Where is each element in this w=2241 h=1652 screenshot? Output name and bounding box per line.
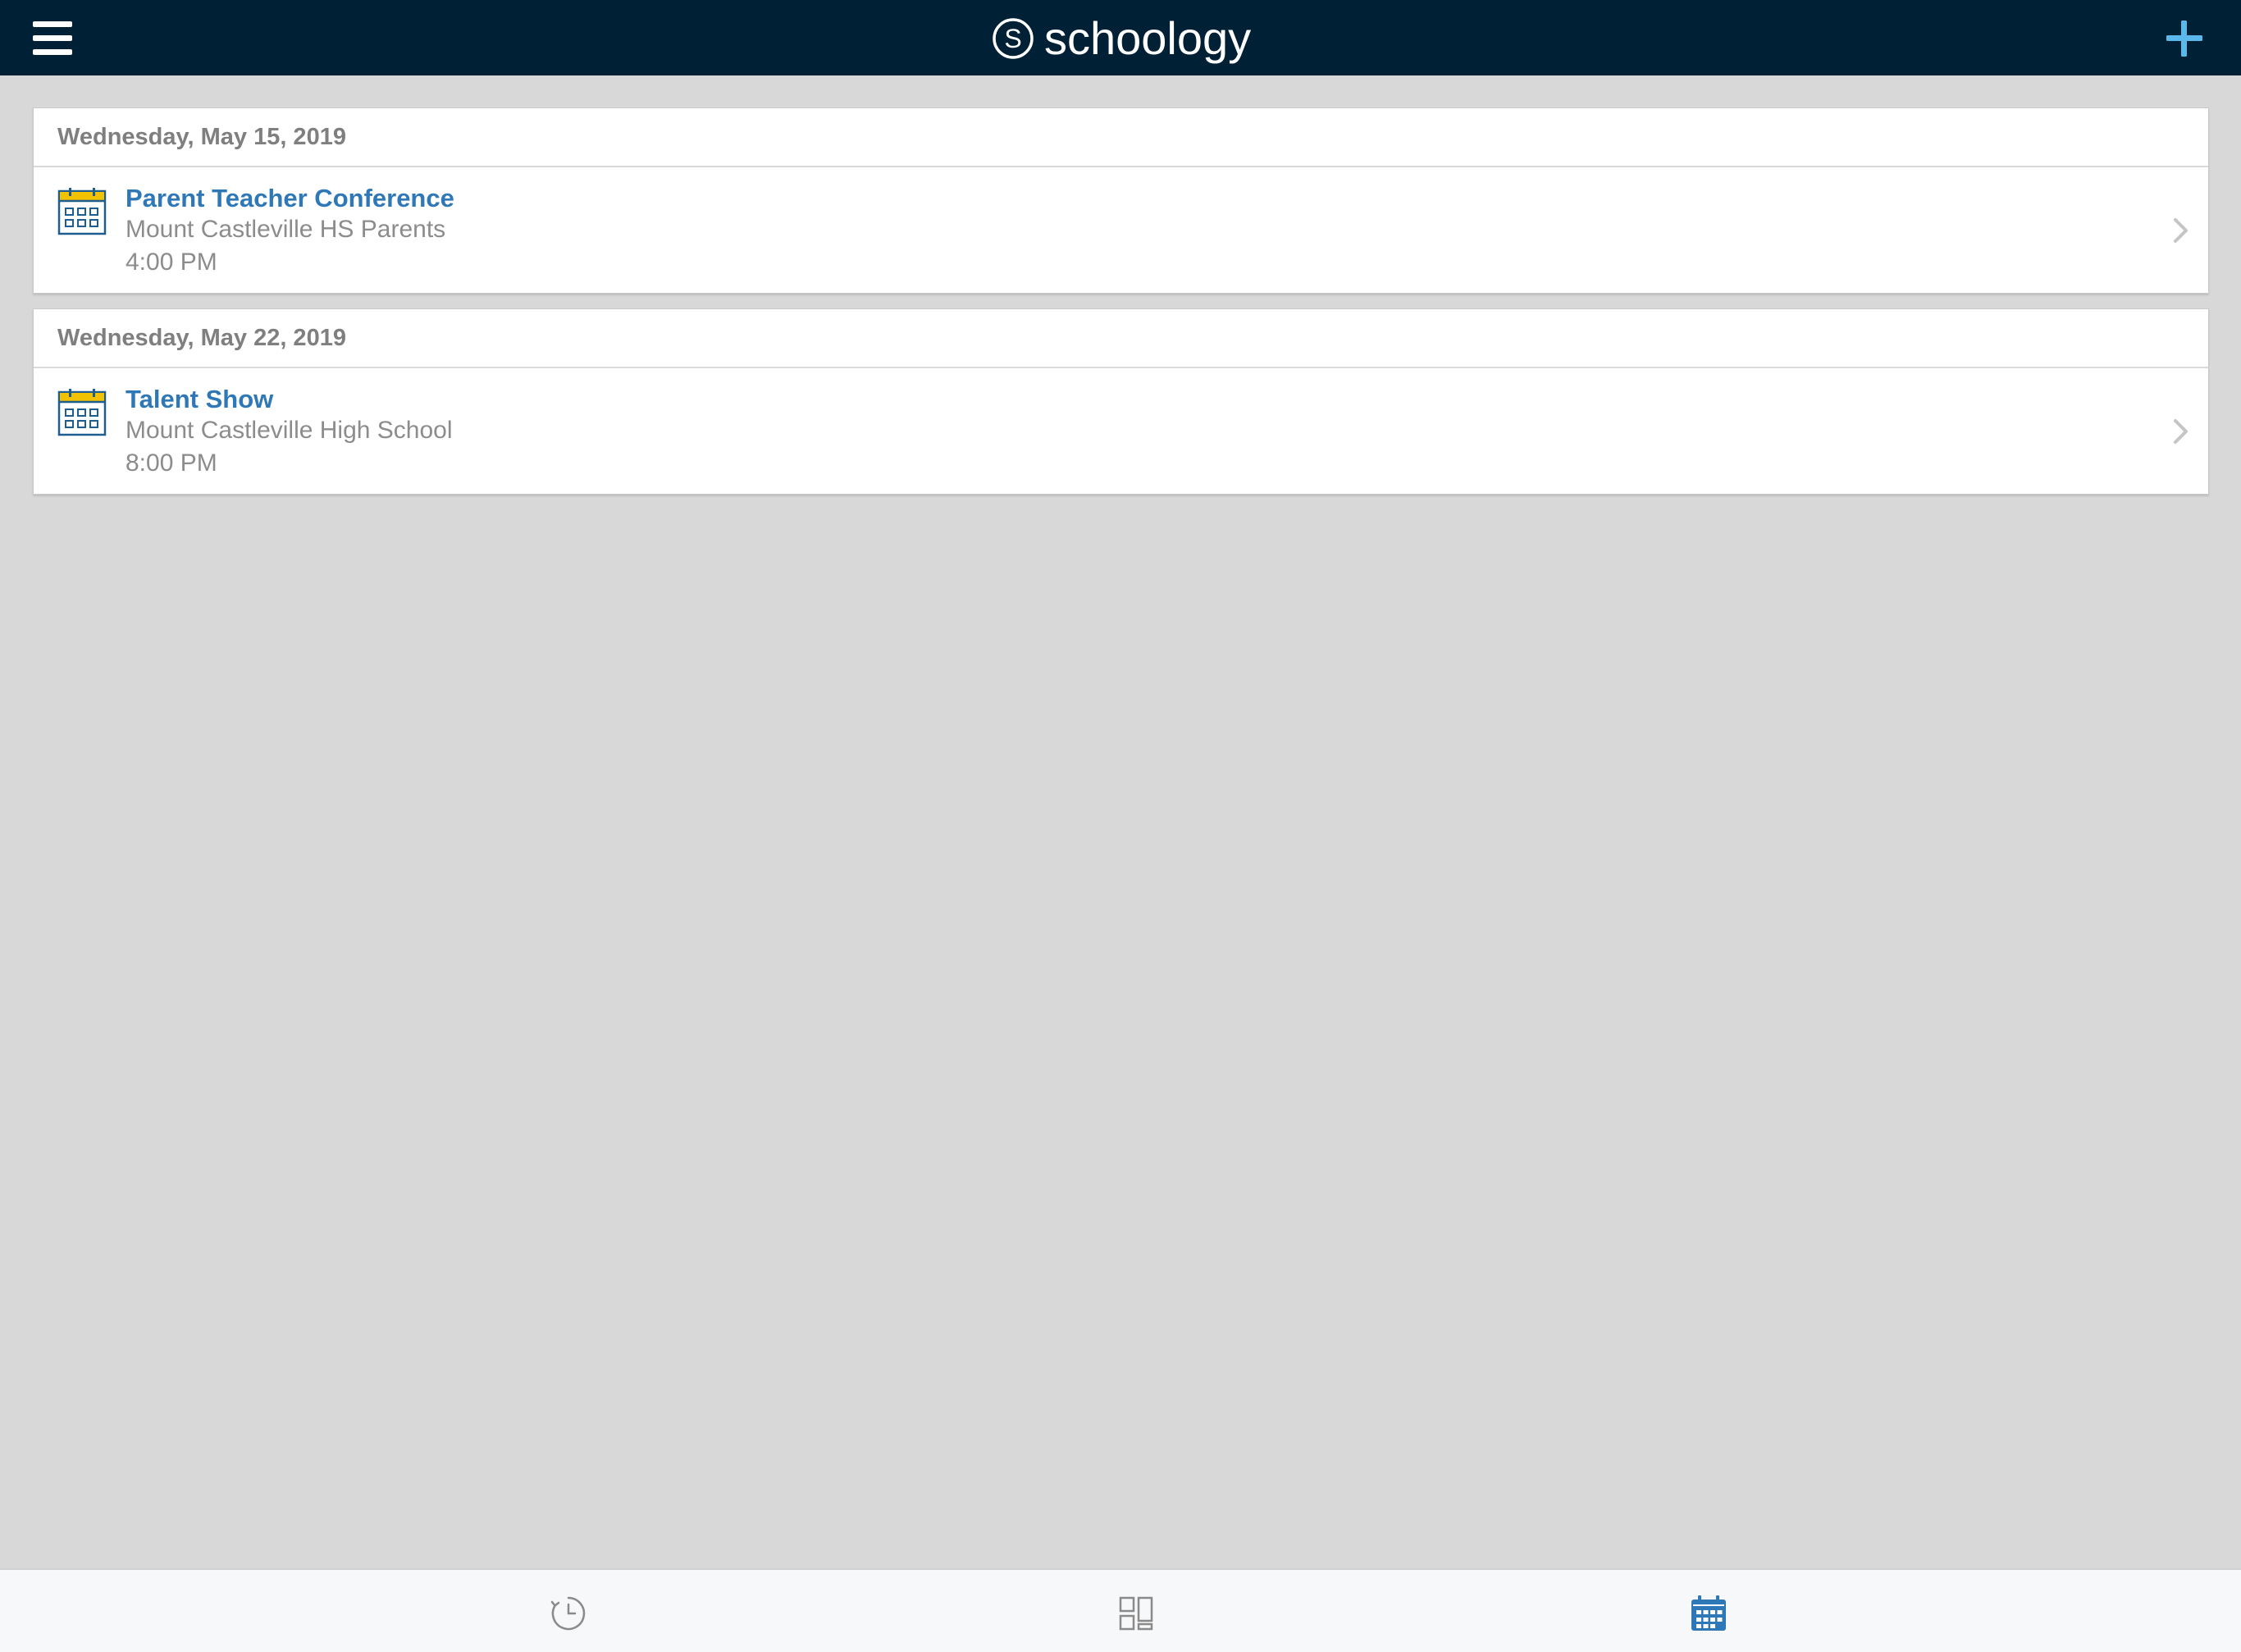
day-date: Wednesday, May 15, 2019 [57, 123, 346, 150]
logo-letter: S [1004, 24, 1021, 53]
hamburger-menu-icon[interactable] [33, 21, 74, 56]
day-group: Wednesday, May 22, 2019 Talent Show Moun… [33, 308, 2209, 495]
event-title: Parent Teacher Conference [126, 184, 454, 212]
event-group: Mount Castleville HS Parents [126, 216, 446, 243]
day-header: Wednesday, May 22, 2019 [34, 309, 2208, 368]
schoology-logo-icon: S [993, 18, 1034, 59]
event-time: 4:00 PM [126, 249, 217, 276]
day-date: Wednesday, May 22, 2019 [57, 324, 346, 351]
app-name: schoology [1044, 12, 1252, 64]
app-logo: S schoology [992, 15, 1251, 62]
event-location: Mount Castleville High School [126, 417, 453, 444]
chevron-right-icon [2174, 218, 2188, 243]
upcoming-events-list: Wednesday, May 15, 2019 Parent Teacher C… [33, 107, 2209, 509]
calendar-event-icon [57, 188, 107, 235]
day-group: Wednesday, May 15, 2019 Parent Teacher C… [33, 107, 2209, 294]
plus-icon[interactable] [2166, 20, 2203, 57]
calendar-event-icon [57, 389, 107, 436]
calendar-icon[interactable] [1690, 1595, 1728, 1632]
event-title: Talent Show [126, 385, 274, 413]
event-row-parent-teacher-conference[interactable]: Parent Teacher Conference Mount Castlevi… [34, 167, 2208, 293]
bottom-tab-bar [0, 1568, 2241, 1652]
courses-grid-icon[interactable] [1117, 1595, 1155, 1632]
day-header: Wednesday, May 15, 2019 [34, 108, 2208, 167]
event-time: 8:00 PM [126, 450, 217, 477]
event-row-talent-show[interactable]: Talent Show Mount Castleville High Schoo… [34, 368, 2208, 494]
top-navigation-bar: S schoology [0, 0, 2241, 75]
recent-activity-icon[interactable] [550, 1595, 587, 1632]
chevron-right-icon [2174, 419, 2188, 444]
